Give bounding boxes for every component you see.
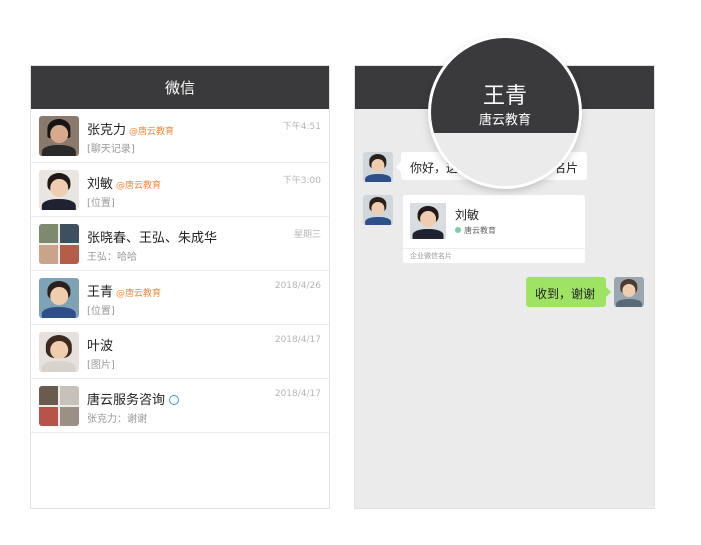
header-magnifier: 王青 唐云教育	[431, 38, 579, 186]
chat-list-screen: 微信 张克力 @唐云教育 下午4:51 [聊天记录] 刘敏 @唐云教育 下午3:…	[30, 65, 330, 509]
chat-time: 下午4:51	[282, 122, 321, 132]
chat-time: 下午3:00	[282, 176, 321, 186]
avatar	[39, 170, 79, 210]
card-name: 刘敏	[455, 208, 480, 222]
chat-list-titlebar: 微信	[31, 66, 329, 109]
contact-org: 唐云教育	[478, 113, 531, 128]
chat-name: 张克力	[87, 123, 127, 138]
verified-icon	[455, 227, 461, 233]
chat-list: 张克力 @唐云教育 下午4:51 [聊天记录] 刘敏 @唐云教育 下午3:00 [位…	[31, 109, 329, 433]
chat-preview: 张克力：谢谢	[87, 414, 147, 425]
group-avatar	[39, 386, 79, 426]
chat-name: 张晓春、王弘、朱成华	[87, 231, 218, 246]
reply-bubble[interactable]: 收到，谢谢	[526, 277, 611, 307]
chat-name: 唐云服务咨询	[87, 393, 166, 408]
chat-name: 王青	[87, 285, 114, 300]
chat-bubble-icon	[169, 395, 180, 405]
reply-text: 收到，谢谢	[535, 287, 596, 301]
chat-time: 2018/4/17	[274, 335, 321, 345]
contact-card[interactable]: 刘敏 唐云教育 企业微信名片	[403, 195, 585, 263]
chat-row-liumin[interactable]: 刘敏 @唐云教育 下午3:00 [位置]	[31, 163, 329, 217]
chat-time: 2018/4/17	[274, 389, 321, 399]
contact-name: 王青	[482, 84, 527, 109]
chat-preview: 王弘：哈哈	[87, 252, 137, 263]
self-avatar[interactable]	[614, 277, 644, 307]
card-avatar	[410, 203, 446, 239]
chat-time: 2018/4/26	[274, 281, 321, 291]
avatar	[39, 116, 79, 156]
group-avatar	[39, 224, 79, 264]
chat-row-group[interactable]: 张晓春、王弘、朱成华 星期三 王弘：哈哈	[31, 217, 329, 271]
chat-time: 星期三	[293, 230, 321, 240]
chat-org: @唐云教育	[116, 181, 162, 191]
chat-org: @唐云教育	[116, 289, 162, 299]
avatar	[39, 332, 79, 372]
chat-row-zhangkeli[interactable]: 张克力 @唐云教育 下午4:51 [聊天记录]	[31, 109, 329, 163]
card-org: 唐云教育	[464, 226, 496, 235]
chat-preview: [位置]	[87, 306, 115, 317]
app-title: 微信	[164, 79, 195, 97]
sender-avatar[interactable]	[363, 195, 393, 225]
avatar	[39, 278, 79, 318]
chat-row-service[interactable]: 唐云服务咨询 2018/4/17 张克力：谢谢	[31, 379, 329, 433]
chat-name: 叶波	[87, 339, 114, 354]
chat-row-wangqing[interactable]: 王青 @唐云教育 2018/4/26 [位置]	[31, 271, 329, 325]
chat-org: @唐云教育	[129, 127, 175, 137]
chat-name: 刘敏	[87, 177, 114, 192]
chat-preview: [位置]	[87, 198, 115, 209]
card-footer: 企业微信名片	[403, 248, 585, 263]
chat-preview: [图片]	[87, 360, 115, 371]
chat-preview: [聊天记录]	[87, 144, 135, 155]
sender-avatar[interactable]	[363, 152, 393, 182]
chat-row-yebo[interactable]: 叶波 2018/4/17 [图片]	[31, 325, 329, 379]
